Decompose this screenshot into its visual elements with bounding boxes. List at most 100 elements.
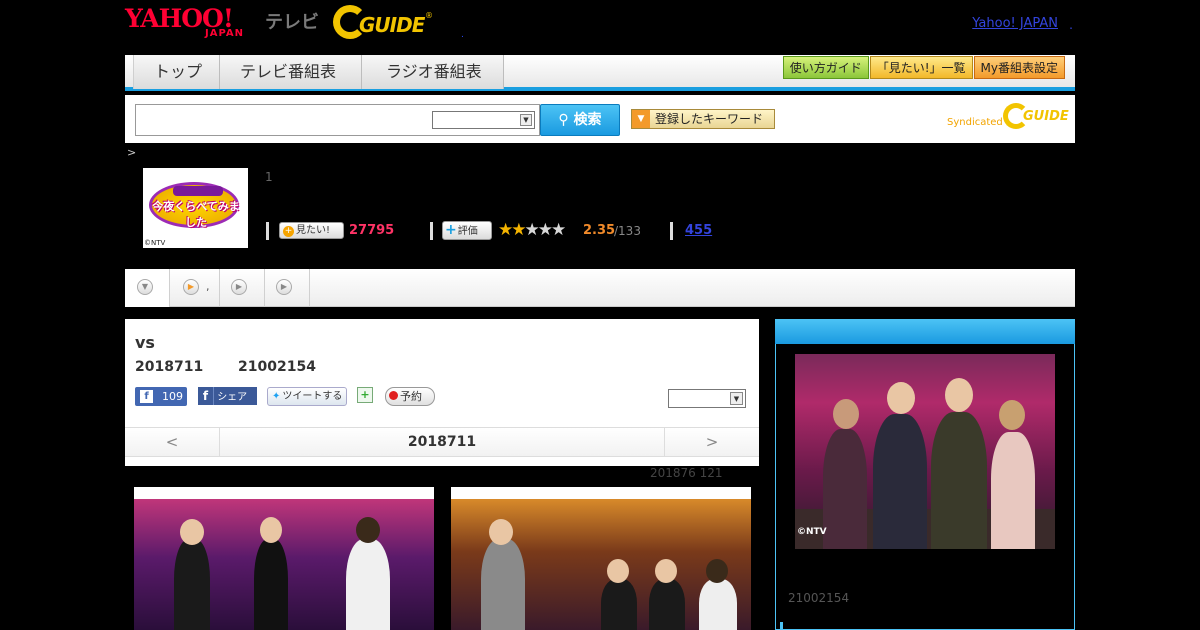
person-head xyxy=(945,378,973,412)
facebook-like-button[interactable]: f 109 xyxy=(135,387,187,406)
dropdown-icon: ▼ xyxy=(632,110,650,128)
breadcrumb[interactable]: > xyxy=(127,146,136,159)
plus-icon: + xyxy=(445,222,457,238)
episode-panel: vs 2018711 21002154 f 109 f シェア ✦ ツイートする … xyxy=(125,319,759,466)
nav-tabs: トップ テレビ番組表 ラジオ番組表 xyxy=(133,55,504,89)
sidebar-header xyxy=(775,319,1075,344)
person-head xyxy=(999,400,1025,430)
search-button-label: 検索 xyxy=(573,112,602,128)
tab-tv-schedule[interactable]: テレビ番組表 xyxy=(220,55,362,89)
tab-top[interactable]: トップ xyxy=(134,55,220,89)
person-head xyxy=(260,517,282,543)
star-filled-icon: ★ xyxy=(511,220,526,240)
gguide-logo[interactable]: GUIDE ® xyxy=(333,5,433,41)
episode-tabstrip: ▼ ▶ , ▶ ▶ xyxy=(125,269,1075,307)
tab-episode-list[interactable]: ▼ xyxy=(125,269,170,307)
person-figure xyxy=(873,414,927,549)
pager-prev-button[interactable]: < xyxy=(125,428,220,456)
mitai-count: 27795 xyxy=(349,223,395,238)
pager-next-button[interactable]: > xyxy=(664,428,759,456)
search-category-select[interactable]: ▼ xyxy=(432,111,535,129)
stat-divider xyxy=(670,222,673,240)
person-head xyxy=(489,519,513,545)
mitai-button-label: 見たい! xyxy=(296,225,331,236)
person-head xyxy=(655,559,677,583)
person-figure xyxy=(931,412,987,549)
facebook-share-label: シェア xyxy=(217,392,248,403)
stat-divider xyxy=(266,222,269,240)
episode-time: 21002154 xyxy=(238,359,316,375)
star-empty-icon: ★ xyxy=(524,220,540,240)
syndicated-label: Syndicated xyxy=(947,117,1003,128)
program-logo-banner xyxy=(173,186,223,196)
person-head xyxy=(887,382,915,414)
program-number: 1 xyxy=(265,170,273,184)
reviews-count-link[interactable]: 455 xyxy=(685,223,712,238)
facebook-icon: f xyxy=(140,390,153,403)
plus-icon: + xyxy=(283,226,294,237)
search-icon: ⚲ xyxy=(558,112,569,128)
tab-episode-4[interactable]: ▶ xyxy=(265,269,310,307)
star-empty-icon: ★ xyxy=(551,220,566,240)
sidebar-photo-copyright: ©NTV xyxy=(797,527,827,537)
rating-total: /133 xyxy=(614,224,641,238)
yahoo-japan-link[interactable]: Yahoo! JAPAN xyxy=(972,16,1058,31)
photo-scene xyxy=(134,499,434,630)
updated-timestamp: 201876 121 xyxy=(650,466,723,480)
rating-stars: ★★★★★ xyxy=(498,220,566,240)
tweet-label: ツイートする xyxy=(282,391,343,402)
add-calendar-icon[interactable]: + xyxy=(357,387,373,403)
tweet-button[interactable]: ✦ ツイートする xyxy=(267,387,347,406)
header-comma: . xyxy=(1069,18,1073,32)
episode-date: 2018711 xyxy=(135,359,204,375)
person-figure xyxy=(481,539,525,630)
my-schedule-settings-button[interactable]: My番組表設定 xyxy=(973,56,1065,79)
person-figure xyxy=(699,579,737,630)
play-icon: ▶ xyxy=(276,279,292,295)
person-figure xyxy=(991,432,1035,549)
mitai-list-button[interactable]: 「見たい!」一覧 xyxy=(869,56,973,79)
mitai-button[interactable]: + 見たい! xyxy=(279,222,344,239)
search-bar: ▼ ⚲ 検索 ▼ 登録したキーワード Syndicated GUIDE xyxy=(125,95,1075,143)
episode-select[interactable]: ▼ xyxy=(668,389,746,408)
tab-episode-3[interactable]: ▶ xyxy=(220,269,265,307)
stat-divider xyxy=(430,222,433,240)
person-figure xyxy=(649,579,685,630)
registered-keywords-button[interactable]: ▼ 登録したキーワード xyxy=(631,109,775,129)
header-dot: . xyxy=(461,30,464,40)
syndicated-gguide-logo: Syndicated GUIDE xyxy=(947,103,1069,133)
guide-button[interactable]: 使い方ガイド xyxy=(782,56,869,79)
reserve-button[interactable]: 予約 xyxy=(385,387,435,406)
person-head xyxy=(833,399,859,429)
tv-logo-text[interactable]: テレビ xyxy=(265,8,319,34)
star-filled-icon: ★ xyxy=(498,220,513,240)
person-figure xyxy=(823,429,867,549)
tab-episode-2[interactable]: ▶ , xyxy=(170,269,220,307)
gguide-small-text: GUIDE xyxy=(1023,109,1069,124)
star-empty-icon: ★ xyxy=(537,220,553,240)
facebook-share-button[interactable]: f シェア xyxy=(198,387,257,405)
nav-buttons: 使い方ガイド 「見たい!」一覧 My番組表設定 xyxy=(782,56,1065,79)
search-button[interactable]: ⚲ 検索 xyxy=(540,104,620,136)
person-head xyxy=(706,559,728,583)
play-icon: ▶ xyxy=(231,279,247,295)
program-thumbnail[interactable]: 今夜くらべてみました ©NTV xyxy=(143,168,248,248)
sidebar-cast-photo[interactable]: ©NTV xyxy=(795,354,1055,549)
main-nav: トップ テレビ番組表 ラジオ番組表 使い方ガイド 「見たい!」一覧 My番組表設… xyxy=(125,55,1075,91)
episode-photo-2[interactable] xyxy=(451,487,751,630)
chevron-down-icon: ▼ xyxy=(730,392,743,405)
sidebar-date: 21002154 xyxy=(788,591,850,605)
person-figure xyxy=(174,539,210,630)
episode-pager: < 2018711 > xyxy=(125,427,759,457)
facebook-icon: f xyxy=(198,387,214,405)
chevron-down-icon: ▼ xyxy=(520,114,532,126)
pager-current-date: 2018711 xyxy=(407,434,477,450)
record-dot-icon xyxy=(389,391,398,400)
thumbnail-copyright: ©NTV xyxy=(144,239,166,247)
episode-photo-1[interactable] xyxy=(134,487,434,630)
person-figure xyxy=(601,579,637,630)
tab-radio-schedule[interactable]: ラジオ番組表 xyxy=(362,55,504,89)
rate-button[interactable]: +評価 xyxy=(442,221,492,240)
photo-scene xyxy=(451,499,751,630)
registered-mark: ® xyxy=(425,11,433,20)
